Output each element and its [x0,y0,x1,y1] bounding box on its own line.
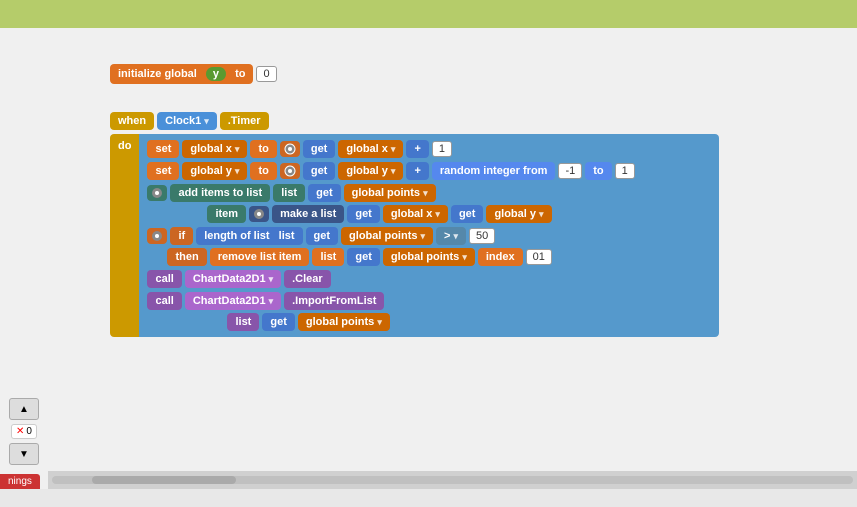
if-block: if length of list list get global points… [147,227,711,266]
call-clear-label: call [147,270,181,288]
add-items-block: add items to list [170,184,270,202]
gear-icon-if [147,228,167,244]
x-var-make[interactable]: global x ▾ [383,205,448,223]
warning-count-area: ✕ 0 [11,424,37,439]
chart-component-import[interactable]: ChartData2D1 ▾ [185,292,281,310]
scrollbar-track [52,476,853,484]
plus-label: + [406,140,428,158]
when-row: when Clock1 ▾ .Timer [110,112,719,130]
if-label: if [170,227,193,245]
call-clear-row: call ChartData2D1 ▾ .Clear [147,270,711,288]
random-from-val[interactable]: -1 [558,163,582,179]
when-container: when Clock1 ▾ .Timer do set [110,112,719,337]
global-x-get-var[interactable]: global x ▾ [338,140,403,158]
random-block: random integer from [432,162,556,180]
points-var-remove[interactable]: global points ▾ [383,248,475,266]
points-var-if[interactable]: global points ▾ [341,227,433,245]
init-block: initialize global y to 0 [110,64,277,84]
gear-icon-x [280,141,300,157]
do-container: do set global x ▾ to [110,134,719,337]
do-label-area: do [110,134,139,337]
warning-count: 0 [26,426,32,437]
call-import-row: call ChartData2D1 ▾ .ImportFromList list [147,292,711,331]
down-button[interactable]: ▼ [9,443,39,465]
left-panel: ▲ ✕ 0 ▼ [0,394,48,469]
set-y-row: set global y ▾ to get [147,162,711,180]
random-to-val[interactable]: 1 [615,163,635,179]
init-label: initialize global y to [110,64,253,84]
add-items-row: add items to list list get global points… [147,184,711,223]
gear-icon-make [249,206,269,222]
set-x-block: set [147,140,179,158]
remove-block: remove list item [210,248,310,266]
global-y-var[interactable]: global y ▾ [182,162,247,180]
length-block: length of list list [196,227,302,245]
gear-icon-add [147,185,167,201]
do-body: set global x ▾ to get [139,134,719,337]
y-var-make[interactable]: global y ▾ [486,205,551,223]
error-icon: ✕ [16,426,24,437]
if-value[interactable]: 50 [469,228,495,244]
scrollbar-thumb[interactable] [92,476,236,484]
points-var-add[interactable]: global points ▾ [344,184,436,202]
global-y-get-var[interactable]: global y ▾ [338,162,403,180]
gt-block[interactable]: > ▾ [436,227,466,245]
up-button[interactable]: ▲ [9,398,39,420]
gear-icon-y [280,163,300,179]
top-bar [0,0,857,28]
set-x-row: set global x ▾ to get [147,140,711,158]
get-x-block: get [303,140,336,158]
index-value[interactable]: 01 [526,249,552,265]
horizontal-scrollbar[interactable] [48,471,857,489]
x-value[interactable]: 1 [432,141,452,157]
chart-component-clear[interactable]: ChartData2D1 ▾ [185,270,281,288]
warnings-button[interactable]: nings [0,474,40,489]
canvas-area: initialize global y to 0 when Clock1 ▾ .… [0,28,857,489]
global-x-var[interactable]: global x ▾ [182,140,247,158]
points-var-import[interactable]: global points ▾ [298,313,390,331]
init-value[interactable]: 0 [256,66,276,82]
clock-block[interactable]: Clock1 ▾ [157,112,217,130]
